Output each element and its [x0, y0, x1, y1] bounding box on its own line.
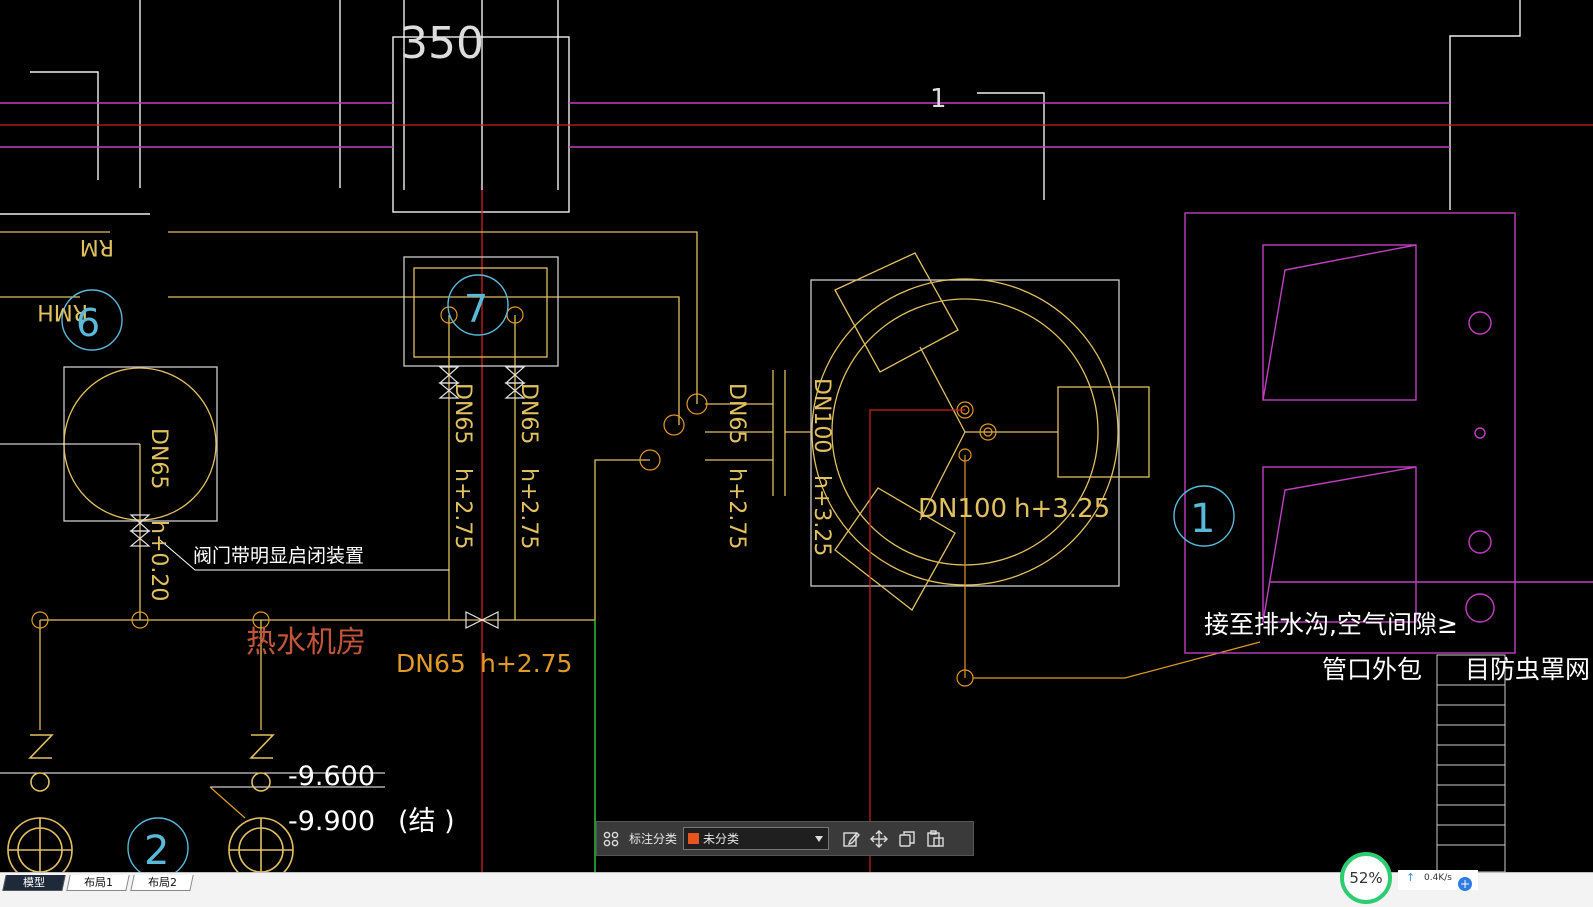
- label-dn100-h: DN100: [918, 494, 1007, 524]
- label-h325-h: h+3.25: [1014, 494, 1110, 524]
- label-dn65-c: DN65: [516, 383, 541, 444]
- tab-model[interactable]: 模型: [2, 875, 66, 891]
- grid-icon[interactable]: [597, 825, 625, 853]
- label-dn65-main: DN65: [396, 649, 466, 678]
- label-insect-net: 目防虫罩网: [1465, 655, 1590, 684]
- performance-widget[interactable]: 52%: [1340, 852, 1392, 904]
- annotation-category-select[interactable]: 未分类: [683, 827, 830, 850]
- label-valve-note: 阀门带明显启闭装置: [193, 545, 364, 567]
- label-dn100-v: DN100: [809, 378, 834, 453]
- edit-icon[interactable]: [837, 825, 865, 853]
- chevron-down-icon: [815, 836, 824, 842]
- label-h325-v: h+3.25: [809, 475, 834, 556]
- tab-layout2[interactable]: 布局2: [130, 875, 194, 891]
- label-dn65-d: DN65: [724, 383, 749, 444]
- dim-350: 350: [400, 18, 484, 69]
- label-pump-room: 热水机房: [246, 625, 366, 660]
- label-drain-note-2: 管口外包: [1322, 655, 1422, 684]
- cad-drawing-canvas[interactable]: 350 1 RM RMH 6 7 1 2 DN65 h+0.20 阀门带明显启闭…: [0, 0, 1593, 890]
- annotation-toolbar: 标注分类 未分类: [596, 821, 974, 856]
- annotation-category-label: 标注分类: [629, 832, 678, 846]
- label-drain-note-1: 接至排水沟,空气间隙≥: [1204, 610, 1458, 639]
- label-level-2: -9.900: [288, 806, 375, 837]
- dim-1: 1: [930, 84, 947, 114]
- label-level-1: -9.600: [288, 761, 375, 792]
- upload-arrow-icon: ↑: [1406, 871, 1416, 884]
- label-h275-b: h+2.75: [450, 468, 475, 549]
- category-color-swatch: [688, 833, 700, 844]
- node-2: 2: [144, 828, 169, 874]
- label-h020: h+0.20: [146, 520, 171, 601]
- label-h275-c: h+2.75: [516, 468, 541, 549]
- category-selected-value: 未分类: [703, 832, 740, 846]
- label-rm: RM: [80, 234, 114, 259]
- label-struct-note: (结 ): [398, 806, 455, 837]
- network-speed-value: 0.4K/s: [1424, 873, 1452, 883]
- label-dn65-b: DN65: [450, 383, 475, 444]
- performance-percent: 52%: [1349, 869, 1383, 887]
- node-6: 6: [76, 301, 100, 345]
- plus-icon[interactable]: +: [1458, 877, 1472, 891]
- tab-layout1[interactable]: 布局1: [66, 875, 130, 891]
- move-icon[interactable]: [865, 825, 893, 853]
- label-h275-main: h+2.75: [480, 649, 572, 678]
- paste-icon[interactable]: [921, 825, 949, 853]
- node-1: 1: [1190, 496, 1215, 542]
- copy-icon[interactable]: [893, 825, 921, 853]
- node-7: 7: [464, 287, 488, 331]
- label-dn65-tank: DN65: [146, 428, 171, 489]
- label-h275-d: h+2.75: [724, 468, 749, 549]
